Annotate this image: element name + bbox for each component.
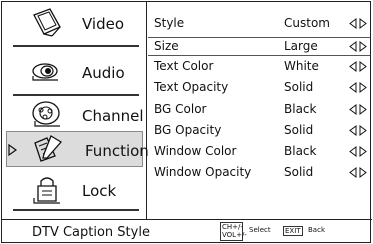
video-icon: [33, 8, 61, 37]
sidebar: Video Audio Channel Function Lock: [2, 2, 149, 219]
selection-arrow-icon: [8, 144, 18, 156]
left-right-arrows-icon[interactable]: [349, 18, 367, 29]
settings-list: Style Custom Size Large Text Color White…: [148, 2, 370, 219]
back-hint: Back: [308, 226, 325, 234]
setting-row-text-color[interactable]: Text Color White: [148, 57, 370, 76]
exit-key: EXIT: [283, 226, 303, 236]
lock-icon: [33, 177, 60, 204]
setting-name: BG Color: [154, 102, 207, 116]
setting-value: Custom: [284, 16, 330, 30]
setting-name: Text Color: [154, 59, 214, 73]
left-right-arrows-icon[interactable]: [349, 146, 367, 157]
setting-value: Solid: [284, 123, 314, 137]
left-right-arrows-icon[interactable]: [349, 104, 367, 115]
setting-value: White: [284, 59, 319, 73]
setting-value: Black: [284, 144, 317, 158]
ch-key-label: CH+/-: [222, 223, 243, 231]
sidebar-item-label: Video: [82, 15, 125, 33]
setting-value: Large: [284, 39, 318, 53]
sidebar-item-label: Lock: [82, 182, 117, 200]
select-hint: Select: [249, 226, 271, 234]
setting-row-bg-color[interactable]: BG Color Black: [148, 100, 370, 119]
setting-row-text-opacity[interactable]: Text Opacity Solid: [148, 78, 370, 97]
ch-vol-key: CH+/- VOL+/-: [220, 222, 247, 241]
sidebar-item-label: Audio: [82, 64, 125, 82]
setting-name: Style: [154, 16, 185, 30]
setting-value: Black: [284, 102, 317, 116]
setting-name: Size: [154, 39, 179, 53]
sidebar-item-video[interactable]: Video: [6, 5, 143, 41]
sidebar-item-function[interactable]: Function: [6, 131, 149, 167]
setting-row-style[interactable]: Style Custom: [148, 14, 370, 33]
channel-icon: [32, 101, 60, 127]
divider: [13, 209, 139, 211]
setting-name: Window Opacity: [154, 165, 252, 179]
audio-icon: [32, 63, 58, 81]
setting-row-window-opacity[interactable]: Window Opacity Solid: [148, 163, 370, 182]
vol-key-label: VOL+/-: [222, 231, 247, 239]
sidebar-item-channel[interactable]: Channel: [6, 97, 144, 133]
footer-bar: DTV Caption Style CH+/- VOL+/- Select EX…: [2, 219, 372, 243]
setting-value: Solid: [284, 165, 314, 179]
left-right-arrows-icon[interactable]: [349, 61, 367, 72]
divider: [13, 45, 139, 47]
menu-title: DTV Caption Style: [32, 225, 150, 240]
setting-row-size[interactable]: Size Large: [148, 37, 370, 56]
setting-row-bg-opacity[interactable]: BG Opacity Solid: [148, 121, 370, 140]
sidebar-item-label: Function: [85, 142, 149, 160]
setting-name: Text Opacity: [154, 80, 229, 94]
left-right-arrows-icon[interactable]: [349, 41, 367, 52]
left-right-arrows-icon[interactable]: [349, 167, 367, 178]
left-right-arrows-icon[interactable]: [349, 125, 367, 136]
setting-row-window-color[interactable]: Window Color Black: [148, 142, 370, 161]
setting-value: Solid: [284, 80, 314, 94]
sidebar-item-label: Channel: [82, 107, 144, 125]
menu-window: Video Audio Channel Function Lock Style …: [1, 1, 372, 243]
function-icon: [34, 135, 63, 162]
sidebar-item-lock[interactable]: Lock: [6, 172, 143, 208]
sidebar-item-audio[interactable]: Audio: [6, 54, 143, 90]
setting-name: BG Opacity: [154, 123, 222, 137]
divider: [13, 94, 139, 96]
setting-name: Window Color: [154, 144, 237, 158]
left-right-arrows-icon[interactable]: [349, 82, 367, 93]
